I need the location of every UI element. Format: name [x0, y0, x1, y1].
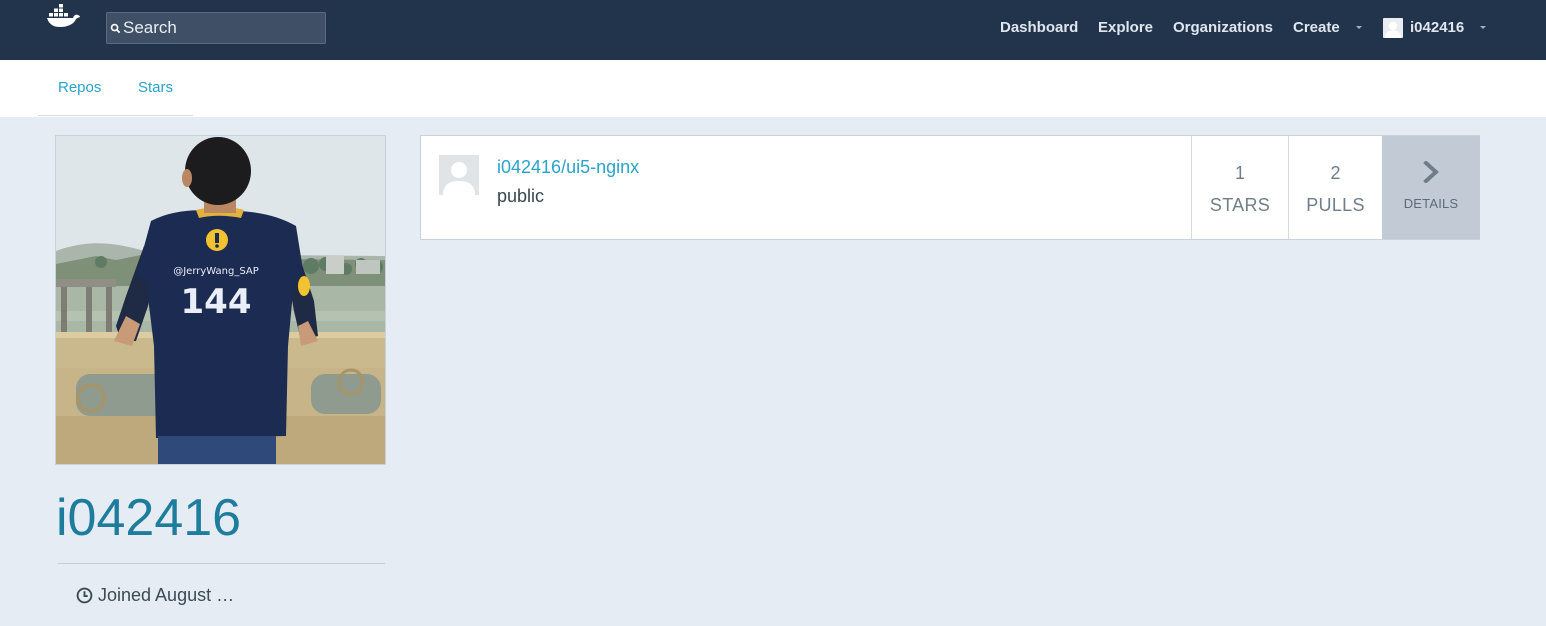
tab-stars[interactable]: Stars [138, 79, 173, 96]
shirt-number-text: 144 [181, 282, 252, 322]
profile-subnav [0, 60, 1546, 117]
docker-whale-icon[interactable] [47, 4, 81, 28]
repo-card[interactable]: i042416/ui5-nginx public 1 STARS 2 PULLS… [420, 135, 1480, 240]
user-avatar-icon[interactable] [1383, 18, 1403, 38]
nav-dashboard-link[interactable]: Dashboard [1000, 18, 1078, 38]
shirt-handle-text: @JerryWang_SAP [173, 266, 259, 277]
chevron-right-icon [1423, 161, 1439, 183]
nav-organizations-link[interactable]: Organizations [1173, 18, 1273, 38]
nav-create-menu[interactable]: Create [1293, 18, 1340, 38]
profile-photo: @JerryWang_SAP 144 [55, 135, 386, 465]
create-chevron-down-icon[interactable] [1356, 26, 1362, 29]
pulls-label: PULLS [1306, 195, 1365, 215]
repo-name-link[interactable]: i042416/ui5-nginx [497, 157, 639, 178]
details-label: DETAILS [1403, 196, 1459, 211]
nav-explore-link[interactable]: Explore [1098, 18, 1153, 38]
nav-user-menu[interactable]: i042416 [1410, 18, 1464, 38]
pulls-count: 2 [1330, 163, 1341, 183]
user-chevron-down-icon[interactable] [1480, 26, 1486, 29]
tab-repos[interactable]: Repos [58, 79, 101, 96]
subnav-divider [38, 115, 193, 116]
repo-visibility: public [497, 186, 545, 206]
stars-count: 1 [1234, 163, 1245, 183]
repo-details-button[interactable]: DETAILS [1382, 136, 1480, 239]
joined-date: Joined August … [76, 585, 234, 606]
search-input[interactable] [121, 18, 321, 38]
repo-stars-stat: 1 STARS [1191, 136, 1288, 239]
clock-icon [76, 587, 93, 604]
repo-avatar-icon [439, 155, 479, 195]
profile-username: i042416 [56, 489, 242, 547]
top-navbar: Dashboard Explore Organizations Create i… [0, 0, 1546, 60]
joined-text: Joined August … [98, 585, 235, 605]
search-box[interactable] [106, 12, 326, 44]
profile-divider [58, 563, 385, 564]
search-icon [110, 23, 121, 33]
repo-pulls-stat: 2 PULLS [1288, 136, 1382, 239]
stars-label: STARS [1209, 195, 1271, 215]
